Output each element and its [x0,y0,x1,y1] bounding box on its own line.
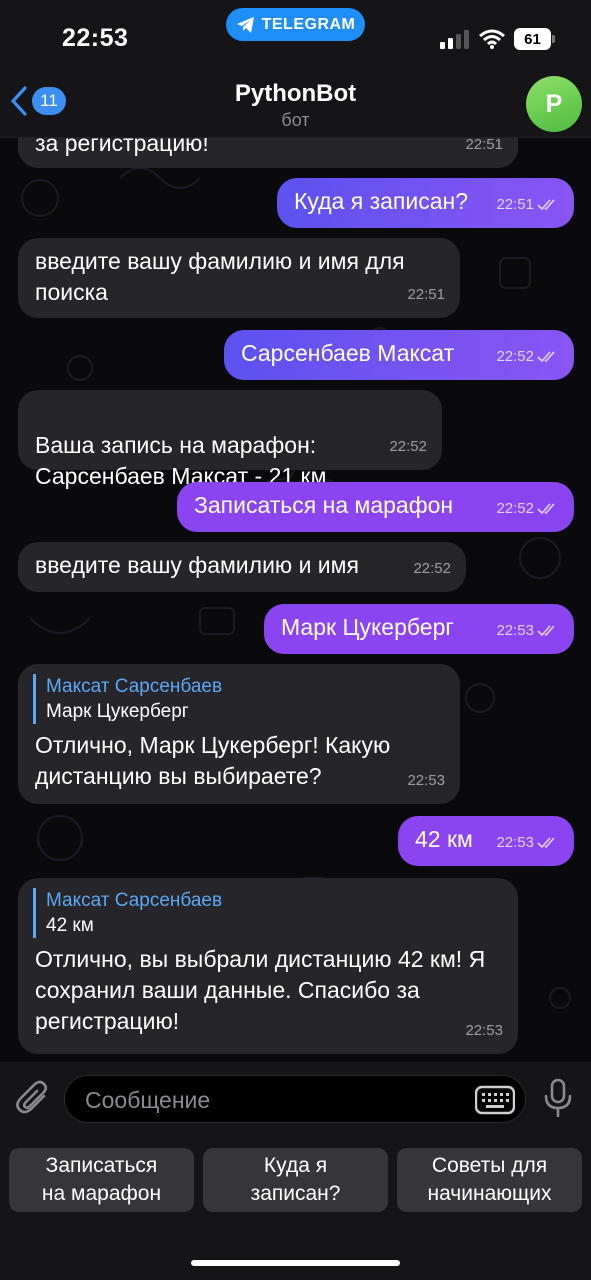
message-time: 22:51 [496,189,559,220]
status-icons: 61 [440,28,555,50]
message-input[interactable]: Сообщение [64,1075,526,1123]
reply-author: Максат Сарсенбаев [46,676,223,697]
double-check-icon [537,502,555,514]
message-outgoing[interactable]: Куда я записан? 22:51 [277,178,574,228]
message-outgoing[interactable]: Записаться на марафон 22:52 [177,482,574,532]
keyboard-toggle-icon[interactable] [475,1085,515,1115]
home-indicator[interactable] [191,1260,400,1266]
message-outgoing[interactable]: 42 км 22:53 [398,816,574,866]
wifi-icon [479,29,505,49]
reply-author: Максат Сарсенбаев [46,890,223,911]
telegram-pill[interactable]: TELEGRAM [226,8,365,41]
avatar[interactable]: P [526,76,582,132]
microphone-icon[interactable] [544,1079,572,1117]
message-incoming[interactable]: введите вашу фамилию и имя для поиска 22… [18,238,460,318]
reply-text: 42 км [46,915,94,936]
chat-subtitle: бот [281,110,310,130]
message-text: введите вашу фамилию и имя [35,552,359,578]
message-time: 22:52 [496,493,559,524]
telegram-icon [236,16,254,33]
message-incoming[interactable]: введите вашу фамилию и имя 22:52 [18,542,466,592]
message-input-bar: Сообщение [0,1062,591,1132]
reply-quote[interactable]: Максат Сарсенбаев Марк Цукерберг [33,674,443,724]
message-time: 22:52 [389,438,427,455]
message-text: Отлично, вы выбрали дистанцию 42 км! Я с… [35,946,486,1034]
double-check-icon [537,350,555,362]
reply-quote[interactable]: Максат Сарсенбаев 42 км [33,888,501,938]
chat-title[interactable]: PythonBot [0,80,591,108]
message-incoming[interactable]: Максат Сарсенбаев 42 км Отлично, вы выбр… [18,878,518,1054]
signal-icon [440,30,469,49]
battery-indicator: 61 [514,28,555,50]
keyboard-button-tips[interactable]: Советы для начинающих [397,1148,582,1212]
message-incoming[interactable]: Максат Сарсенбаев Марк Цукерберг Отлично… [18,664,460,804]
message-outgoing[interactable]: Сарсенбаев Максат 22:52 [224,330,574,380]
message-time: 22:53 [496,615,559,646]
chat-header: 22:53 TELEGRAM 61 11 PythonBot бот P [0,0,591,138]
message-time: 22:53 [465,1022,503,1039]
message-text: введите вашу фамилию и имя для поиска [35,248,405,305]
telegram-pill-label: TELEGRAM [261,15,356,33]
reply-text: Марк Цукерберг [46,701,189,722]
keyboard-button-register[interactable]: Записаться на марафон [9,1148,194,1212]
message-time: 22:52 [496,341,559,372]
message-text: Отлично, Марк Цукерберг! Какую дистанцию… [35,732,391,789]
double-check-icon [537,836,555,848]
paperclip-icon[interactable] [16,1080,50,1116]
message-time: 22:51 [407,286,445,303]
message-time: 22:52 [413,560,451,577]
message-outgoing[interactable]: Марк Цукерберг 22:53 [264,604,574,654]
double-check-icon [537,624,555,636]
message-input-placeholder: Сообщение [85,1087,211,1113]
keyboard-button-where-registered[interactable]: Куда я записан? [203,1148,388,1212]
status-time: 22:53 [62,24,129,52]
message-time: 22:53 [407,772,445,789]
message-incoming[interactable]: Ваша запись на марафон: Сарсенбаев Макса… [18,390,442,489]
bot-keyboard: Записаться на марафон Куда я записан? Со… [0,1132,591,1280]
double-check-icon [537,198,555,210]
message-time: 22:53 [496,827,559,858]
